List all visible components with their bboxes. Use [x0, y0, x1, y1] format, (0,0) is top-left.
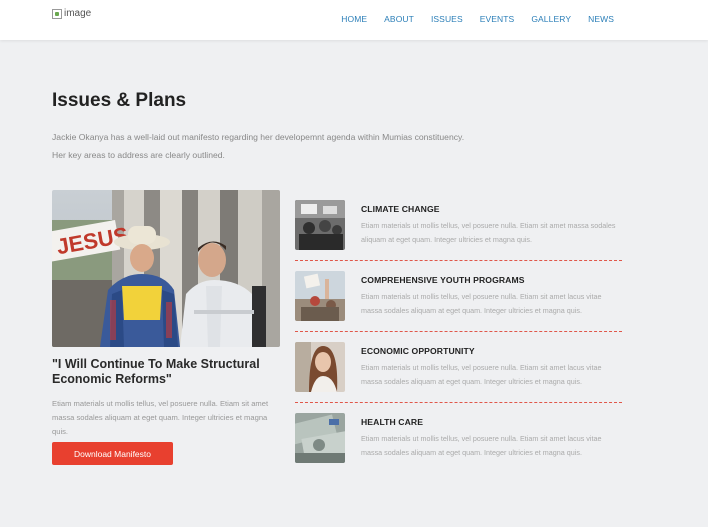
intro-text: Jackie Okanya has a well-laid out manife… [52, 128, 512, 164]
site-logo[interactable]: image [52, 8, 91, 19]
feature-quote: "I Will Continue To Make Structural Econ… [52, 357, 260, 386]
issue-body: Etiam materials ut mollis tellus, vel po… [361, 363, 602, 386]
issue-thumbnail [295, 413, 345, 463]
issue-body: Etiam materials ut mollis tellus, vel po… [361, 434, 602, 457]
issue-title: CLIMATE CHANGE [361, 204, 440, 214]
site-header: image HOME ABOUT ISSUES EVENTS GALLERY N… [0, 0, 708, 40]
issue-body: Etiam materials ut mollis tellus, vel po… [361, 292, 602, 315]
issue-thumbnail [295, 200, 345, 250]
broken-image-icon [52, 8, 62, 19]
nav-about[interactable]: ABOUT [384, 14, 414, 24]
page-title: Issues & Plans [52, 90, 187, 111]
issue-thumbnail [295, 342, 345, 392]
logo-alt-text: image [64, 8, 92, 19]
download-manifesto-button[interactable]: Download Manifesto [52, 442, 173, 465]
main-nav: HOME ABOUT ISSUES EVENTS GALLERY NEWS [341, 14, 614, 24]
issue-economic-opportunity[interactable]: ECONOMIC OPPORTUNITY Etiam materials ut … [295, 332, 622, 403]
issue-thumbnail [295, 271, 345, 321]
feature-photo: JESUS [52, 190, 280, 347]
intro-line-1: Jackie Okanya has a well-laid out manife… [52, 132, 465, 142]
issue-title: HEALTH CARE [361, 417, 424, 427]
nav-issues[interactable]: ISSUES [431, 14, 463, 24]
issue-youth-programs[interactable]: COMPREHENSIVE YOUTH PROGRAMS Etiam mater… [295, 261, 622, 332]
nav-gallery[interactable]: GALLERY [531, 14, 571, 24]
nav-news[interactable]: NEWS [588, 14, 614, 24]
issue-title: ECONOMIC OPPORTUNITY [361, 346, 475, 356]
issue-climate-change[interactable]: CLIMATE CHANGE Etiam materials ut mollis… [295, 190, 622, 261]
issue-body: Etiam materials ut mollis tellus, vel po… [361, 221, 616, 244]
issue-title: COMPREHENSIVE YOUTH PROGRAMS [361, 275, 525, 285]
intro-line-2: Her key areas to address are clearly out… [52, 150, 225, 160]
nav-home[interactable]: HOME [341, 14, 367, 24]
nav-events[interactable]: EVENTS [480, 14, 515, 24]
issue-health-care[interactable]: HEALTH CARE Etiam materials ut mollis te… [295, 403, 622, 474]
feature-body: Etiam materials ut mollis tellus, vel po… [52, 399, 269, 436]
